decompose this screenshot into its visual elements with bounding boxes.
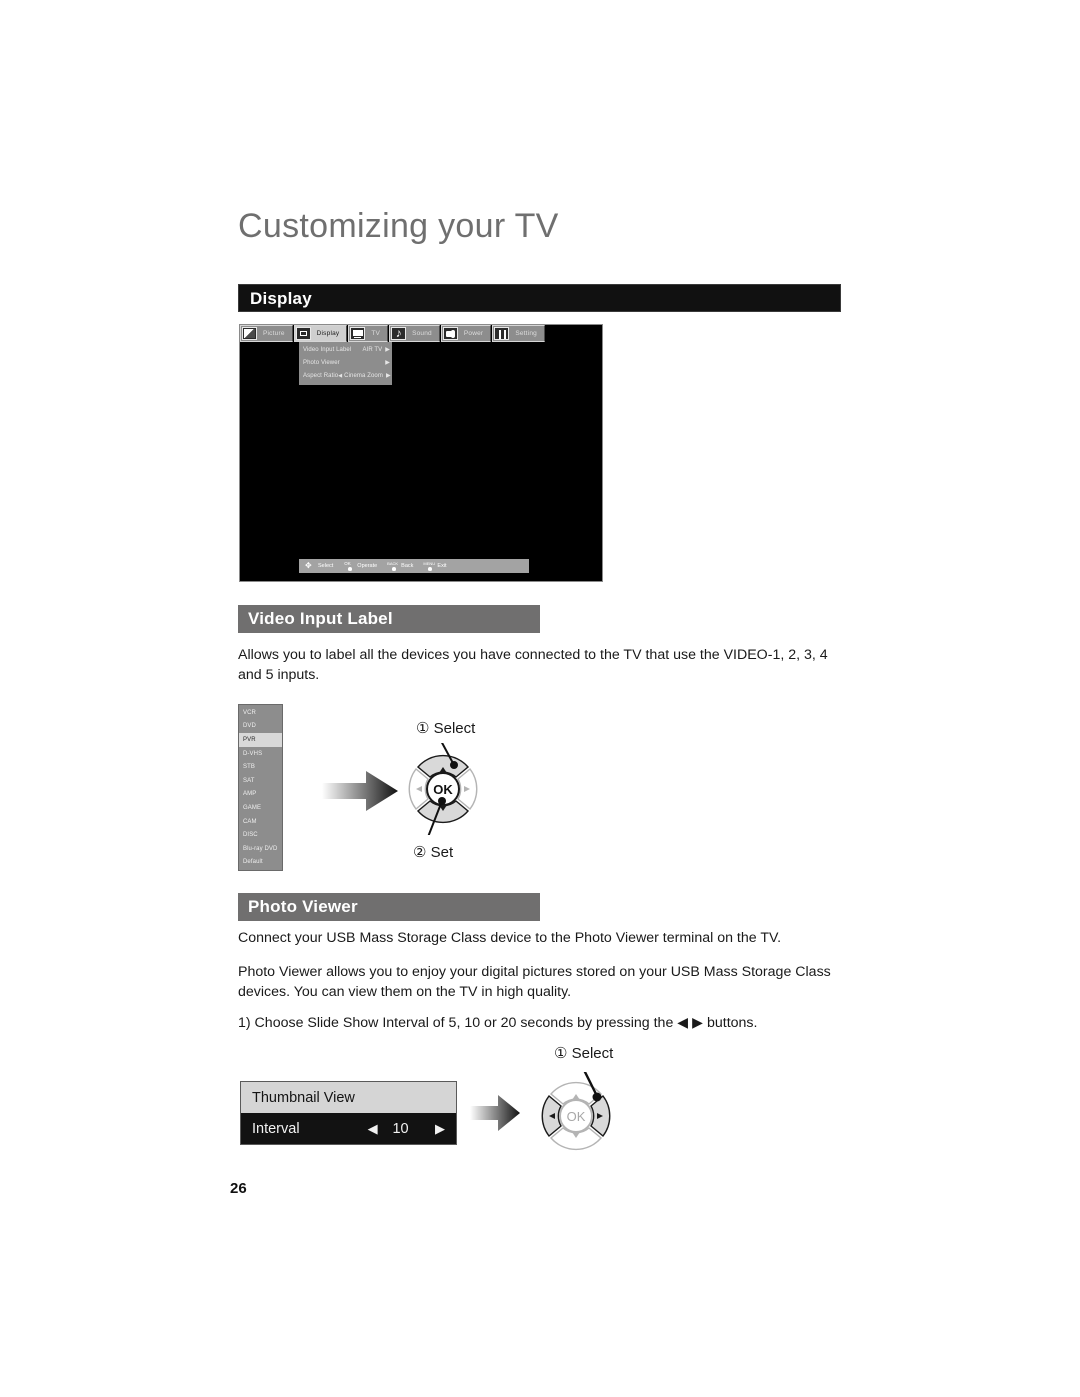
list-item[interactable]: DISC [239, 828, 282, 842]
osd-tab-setting[interactable]: Setting [492, 325, 545, 342]
page-number: 26 [230, 1180, 247, 1197]
photo-viewer-step-1: 1) Choose Slide Show Interval of 5, 10 o… [238, 1015, 758, 1031]
osd-submenu-item-photo-viewer[interactable]: Photo Viewer ▶ [299, 357, 392, 368]
osd-submenu-item-name: Video Input Label [303, 346, 352, 353]
osd-help-exit: Exit [423, 560, 447, 571]
thumbnail-view-panel: Thumbnail View Interval ◀ 10 ▶ [240, 1081, 457, 1145]
osd-tab-sound[interactable]: Sound [389, 325, 440, 342]
list-item-selected[interactable]: PVR [239, 733, 282, 747]
osd-submenu-item-name: Aspect Ratio [303, 372, 339, 379]
list-item[interactable]: AMP [239, 788, 282, 802]
osd-help-exit-label: Exit [437, 563, 447, 569]
section-header-display-label: Display [250, 289, 312, 308]
dpad-key-icon [305, 560, 316, 571]
callout-dot-select [450, 761, 458, 769]
input-label-list: VCR DVD PVR D-VHS STB SAT AMP GAME CAM D… [238, 704, 283, 872]
setting-tools-icon [494, 327, 510, 340]
interval-value: 10 [392, 1120, 409, 1137]
list-item[interactable]: STB [239, 760, 282, 774]
photo-viewer-paragraph-2: Photo Viewer allows you to enjoy your di… [238, 964, 831, 1000]
chevron-right-icon: ▶ [385, 347, 390, 353]
dpad-ok-label: OK [433, 782, 453, 797]
list-item[interactable]: GAME [239, 801, 282, 815]
video-input-label-paragraph: Allows you to label all the devices you … [238, 647, 828, 683]
dpad-ok-label: OK [567, 1109, 586, 1124]
osd-tab-power[interactable]: Power [440, 325, 492, 342]
list-item[interactable]: VCR [239, 706, 282, 720]
osd-tab-setting-label: Setting [515, 330, 537, 337]
osd-tab-tv[interactable]: TV [348, 325, 389, 342]
section-header-photo-viewer: Photo Viewer [238, 893, 540, 921]
section-header-photo-viewer-text: Photo Viewer [248, 897, 358, 916]
osd-tab-display-label: Display [316, 330, 340, 337]
osd-help-bar: Select Operate Back Exit [299, 559, 529, 573]
callout-dot-select [592, 1092, 602, 1102]
osd-submenu-item-video-input-label[interactable]: Video Input Label AIR TV ▶ [299, 344, 392, 355]
osd-tab-bar: Picture Display TV Sound Power Setting [240, 325, 546, 342]
power-plug-icon [442, 327, 458, 340]
callout-set-1: ② Set [413, 844, 454, 861]
osd-help-operate: Operate [344, 560, 378, 571]
sound-note-icon [391, 326, 407, 341]
list-item[interactable]: CAM [239, 815, 282, 829]
interval-setting-row[interactable]: Interval ◀ 10 ▶ [241, 1113, 456, 1144]
osd-tab-power-label: Power [463, 330, 484, 337]
chevron-right-icon: ▶ [385, 373, 391, 379]
list-item[interactable]: D-VHS [239, 747, 282, 761]
chevron-right-icon[interactable]: ▶ [435, 1121, 445, 1137]
osd-submenu-item-name: Photo Viewer [303, 359, 340, 366]
tv-icon [350, 327, 366, 340]
section-header-display: Display [238, 284, 841, 312]
list-item[interactable]: Blu-ray DVD [239, 842, 282, 856]
osd-submenu-item-aspect-ratio[interactable]: Aspect Ratio ◀ Cinema Zoom ▶ [299, 370, 392, 381]
list-item[interactable]: SAT [239, 774, 282, 788]
display-icon [295, 327, 311, 340]
thumbnail-view-title-row: Thumbnail View [241, 1082, 456, 1113]
back-key-icon [387, 560, 399, 571]
osd-help-select: Select [305, 560, 334, 571]
osd-display-submenu: Video Input Label AIR TV ▶ Photo Viewer … [299, 342, 392, 385]
section-header-video-input-label: Video Input Label [238, 605, 540, 633]
callout-dot-set [438, 797, 446, 805]
chevron-right-icon: ▶ [385, 360, 390, 366]
osd-help-back-label: Back [401, 563, 414, 569]
gradient-arrow-icon [470, 1095, 520, 1131]
osd-tab-picture[interactable]: Picture [240, 325, 293, 342]
osd-submenu-item-value: AIR TV [362, 346, 383, 353]
section-header-video-input-label-text: Video Input Label [248, 609, 393, 628]
osd-help-back: Back [387, 560, 414, 571]
callout-select-1: ① Select [416, 720, 476, 737]
gradient-arrow-icon [322, 771, 398, 811]
osd-tab-sound-label: Sound [412, 330, 432, 337]
dpad-remote-diagram-1: OK [408, 743, 478, 835]
photo-viewer-paragraph-1: Connect your USB Mass Storage Class devi… [238, 930, 782, 946]
menu-key-icon [423, 560, 435, 571]
picture-icon [242, 327, 257, 340]
osd-submenu-item-value: Cinema Zoom [344, 372, 383, 379]
osd-help-operate-label: Operate [357, 563, 378, 569]
list-item[interactable]: Default [239, 856, 282, 870]
chevron-left-icon[interactable]: ◀ [368, 1121, 378, 1137]
ok-key-icon [344, 560, 355, 571]
interval-label: Interval [252, 1120, 300, 1137]
osd-tab-display[interactable]: Display [293, 325, 348, 342]
osd-tab-tv-label: TV [371, 330, 381, 337]
osd-tab-picture-label: Picture [263, 330, 285, 337]
osd-help-select-label: Select [318, 563, 334, 569]
callout-select-2: ① Select [554, 1045, 614, 1062]
list-item[interactable]: DVD [239, 720, 282, 734]
dpad-remote-diagram-2: OK [541, 1072, 611, 1151]
page-title: Customizing your TV [238, 207, 559, 245]
tv-osd-screenshot: Picture Display TV Sound Power Setting V… [239, 324, 603, 582]
